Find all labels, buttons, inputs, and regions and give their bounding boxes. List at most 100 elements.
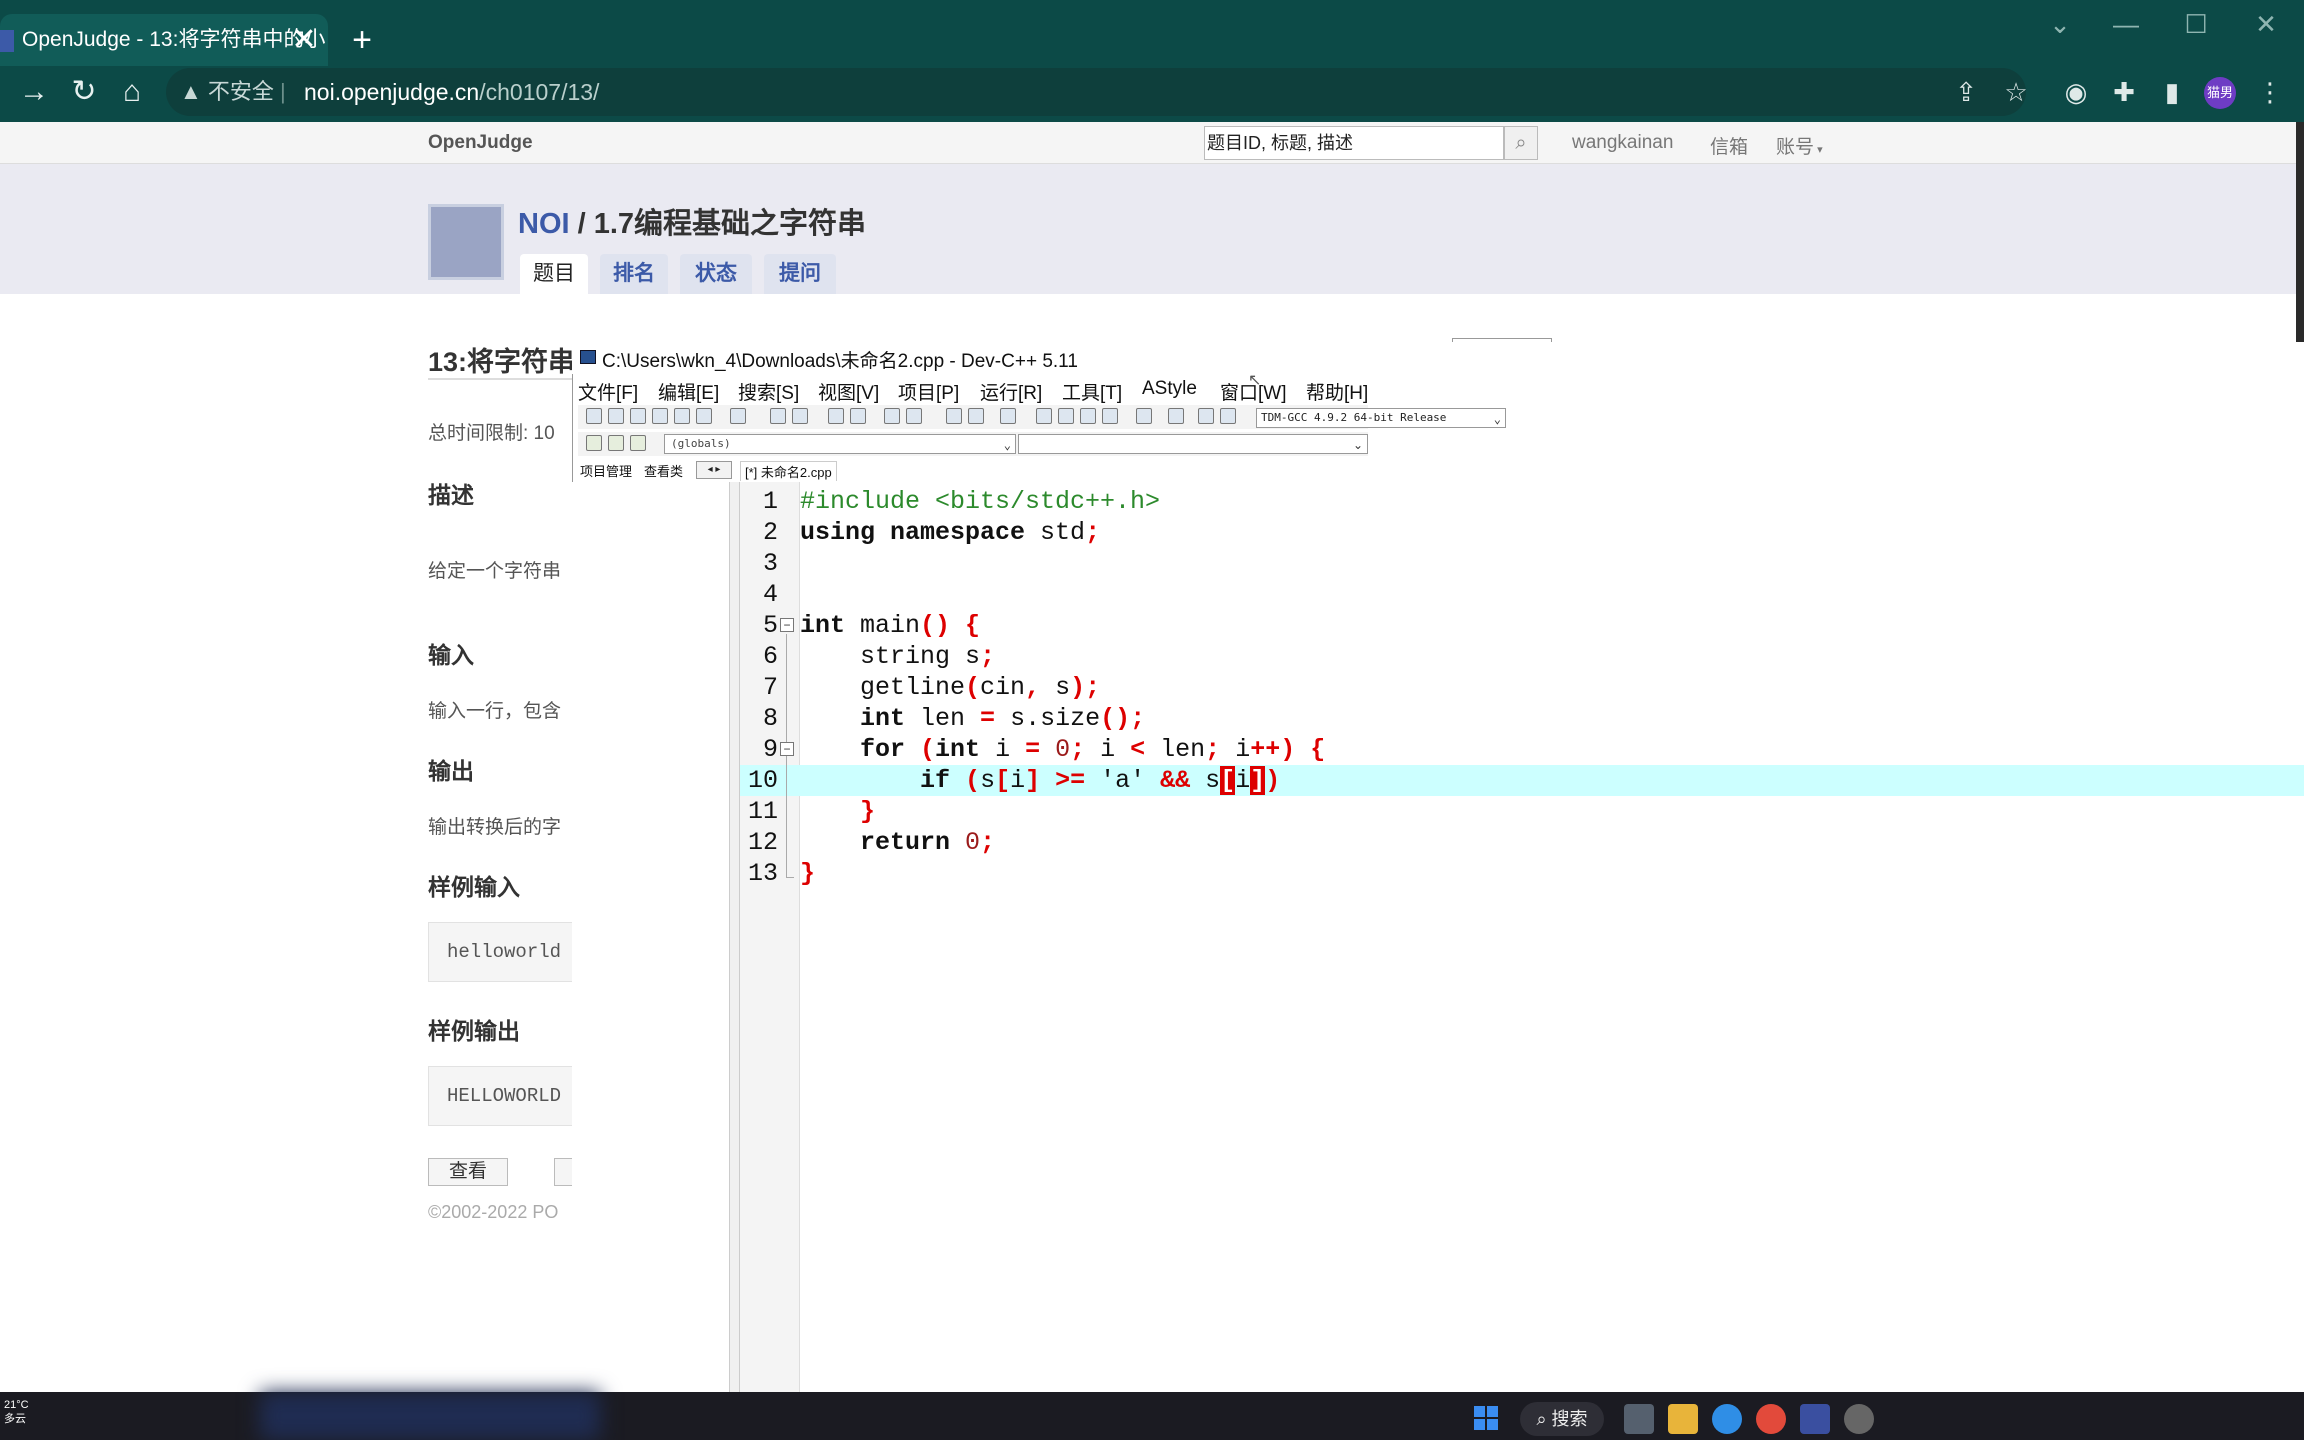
print-icon[interactable] bbox=[730, 408, 746, 424]
unindent-icon[interactable] bbox=[946, 408, 962, 424]
code-line-11: } bbox=[860, 797, 876, 826]
tab-ranking[interactable]: 排名 bbox=[600, 254, 668, 294]
debug-icon[interactable] bbox=[1220, 408, 1236, 424]
taskbar-search-button[interactable]: ⌕ 搜索 bbox=[1520, 1402, 1604, 1436]
view-button[interactable]: 查看 bbox=[428, 1158, 508, 1186]
line-number: 3 bbox=[762, 549, 778, 578]
file-explorer-icon[interactable] bbox=[1668, 1404, 1698, 1434]
sidepanel-icon[interactable]: ▮ bbox=[2152, 72, 2192, 112]
panel-scroll-arrows[interactable]: ◂ ▸ bbox=[696, 461, 732, 479]
tab-project-manager[interactable]: 项目管理 bbox=[580, 461, 632, 480]
oj-second-button[interactable] bbox=[554, 1158, 572, 1186]
fold-minus-icon[interactable]: − bbox=[780, 742, 794, 756]
toggle-bookmark-icon[interactable] bbox=[608, 435, 624, 451]
tab-title: OpenJudge - 13:将字符串中的小 bbox=[22, 28, 326, 51]
reload-icon[interactable]: ↻ bbox=[64, 72, 104, 112]
new-tab-button[interactable]: + bbox=[342, 18, 382, 62]
panel-splitter[interactable] bbox=[730, 482, 740, 1392]
bookmark-star-icon[interactable]: ☆ bbox=[1996, 72, 2036, 112]
compile-check-icon[interactable] bbox=[1136, 408, 1152, 424]
sample-input: helloworld bbox=[428, 922, 588, 982]
class-browser-icon[interactable] bbox=[1036, 408, 1052, 424]
oj-logo[interactable]: OpenJudge bbox=[428, 132, 533, 154]
save-all-icon[interactable] bbox=[652, 408, 668, 424]
divider bbox=[428, 378, 578, 380]
delete-icon[interactable] bbox=[1168, 408, 1184, 424]
oj-account-menu[interactable]: 账号 ▾ bbox=[1776, 132, 1823, 159]
menu-file[interactable]: 文件[F] bbox=[578, 378, 638, 405]
undo-icon[interactable] bbox=[770, 408, 786, 424]
goto-bookmark-icon[interactable] bbox=[630, 435, 646, 451]
comment-icon[interactable] bbox=[1000, 408, 1016, 424]
tab-search-chevron-icon[interactable]: ⌄ bbox=[2028, 4, 2092, 44]
close-window-button[interactable]: ✕ bbox=[2234, 4, 2298, 44]
profile-avatar[interactable]: 猫男 bbox=[2204, 77, 2236, 109]
insert-icon[interactable] bbox=[586, 435, 602, 451]
tab-status[interactable]: 状态 bbox=[680, 254, 752, 294]
weather-widget[interactable]: 21°C 多云 bbox=[4, 1398, 29, 1426]
oj-search-input[interactable]: 题目ID, 标题, 描述 bbox=[1204, 126, 1504, 160]
menu-dots-icon[interactable]: ⋮ bbox=[2250, 72, 2290, 112]
share-icon[interactable]: ⇪ bbox=[1946, 72, 1986, 112]
tab-class-view[interactable]: 查看类 bbox=[644, 461, 684, 480]
insecure-indicator[interactable]: ▲ 不安全 | bbox=[180, 72, 286, 112]
extension-circle-icon[interactable]: ◉ bbox=[2056, 72, 2096, 112]
close-file-icon[interactable] bbox=[674, 408, 690, 424]
tab-close-icon[interactable]: ✕ bbox=[290, 20, 318, 60]
line-number: 8 bbox=[762, 704, 778, 733]
code-line-7: getline(cin, s); bbox=[800, 673, 1101, 702]
fold-minus-icon[interactable]: − bbox=[780, 618, 794, 632]
menu-search[interactable]: 搜索[S] bbox=[738, 378, 799, 405]
member-select[interactable]: ⌄ bbox=[1018, 434, 1368, 454]
app-bird-icon[interactable] bbox=[1712, 1404, 1742, 1434]
layout-icon[interactable] bbox=[1080, 408, 1096, 424]
save-icon[interactable] bbox=[630, 408, 646, 424]
search-icon[interactable]: ⌕ bbox=[1504, 126, 1538, 160]
browser-tab-active[interactable]: OpenJudge - 13:将字符串中的小 bbox=[0, 14, 328, 66]
devcpp-taskbar-icon[interactable] bbox=[1800, 1404, 1830, 1434]
scope-select[interactable]: (globals) ⌄ bbox=[664, 434, 1016, 454]
task-view-icon[interactable] bbox=[1624, 1404, 1654, 1434]
menu-help[interactable]: 帮助[H] bbox=[1306, 378, 1368, 405]
noi-link[interactable]: NOI bbox=[518, 208, 570, 240]
maximize-button[interactable]: ☐ bbox=[2164, 4, 2228, 44]
open-file-icon[interactable] bbox=[608, 408, 624, 424]
tab-problem[interactable]: 题目 bbox=[520, 254, 588, 294]
url-text[interactable]: noi.openjudge.cn/ch0107/13/ bbox=[304, 72, 599, 112]
home-icon[interactable]: ⌂ bbox=[112, 72, 152, 112]
find-icon[interactable] bbox=[828, 408, 844, 424]
menu-view[interactable]: 视图[V] bbox=[818, 378, 879, 405]
menu-astyle[interactable]: AStyle bbox=[1142, 378, 1197, 400]
new-file-icon[interactable] bbox=[586, 408, 602, 424]
desc-heading: 描述 bbox=[428, 482, 474, 508]
oj-mailbox-link[interactable]: 信箱 bbox=[1710, 132, 1748, 159]
menu-tools[interactable]: 工具[T] bbox=[1062, 378, 1122, 405]
grid-icon[interactable] bbox=[1102, 408, 1118, 424]
oj-user-link[interactable]: wangkainan bbox=[1572, 132, 1673, 154]
chart-icon[interactable] bbox=[1198, 408, 1214, 424]
redo-icon[interactable] bbox=[792, 408, 808, 424]
file-tab[interactable]: [*] 未命名2.cpp bbox=[740, 461, 837, 481]
extensions-puzzle-icon[interactable]: ✚ bbox=[2104, 72, 2144, 112]
menu-run[interactable]: 运行[R] bbox=[980, 378, 1042, 405]
goto-icon[interactable] bbox=[884, 408, 900, 424]
output-heading: 输出 bbox=[428, 758, 474, 784]
code-line-2: using namespace std; bbox=[800, 518, 1101, 547]
window-icon[interactable] bbox=[1058, 408, 1074, 424]
line-number: 1 bbox=[762, 487, 778, 516]
compiler-select[interactable]: TDM-GCC 4.9.2 64-bit Release ⌄ bbox=[1256, 408, 1506, 428]
close-all-icon[interactable] bbox=[696, 408, 712, 424]
menu-edit[interactable]: 编辑[E] bbox=[658, 378, 719, 405]
windows-start-icon[interactable] bbox=[1474, 1406, 1498, 1430]
tab-ask[interactable]: 提问 bbox=[764, 254, 836, 294]
menu-window[interactable]: 窗口[W] bbox=[1220, 378, 1287, 405]
indent-icon[interactable] bbox=[968, 408, 984, 424]
forward-icon[interactable]: → bbox=[14, 72, 54, 112]
app-circle-icon[interactable] bbox=[1844, 1404, 1874, 1434]
chrome-icon[interactable] bbox=[1756, 1404, 1786, 1434]
menu-project[interactable]: 项目[P] bbox=[898, 378, 959, 405]
replace-icon[interactable] bbox=[850, 408, 866, 424]
bookmark-icon[interactable] bbox=[906, 408, 922, 424]
minimize-button[interactable]: — bbox=[2094, 4, 2158, 44]
code-editor[interactable] bbox=[800, 482, 2304, 1392]
